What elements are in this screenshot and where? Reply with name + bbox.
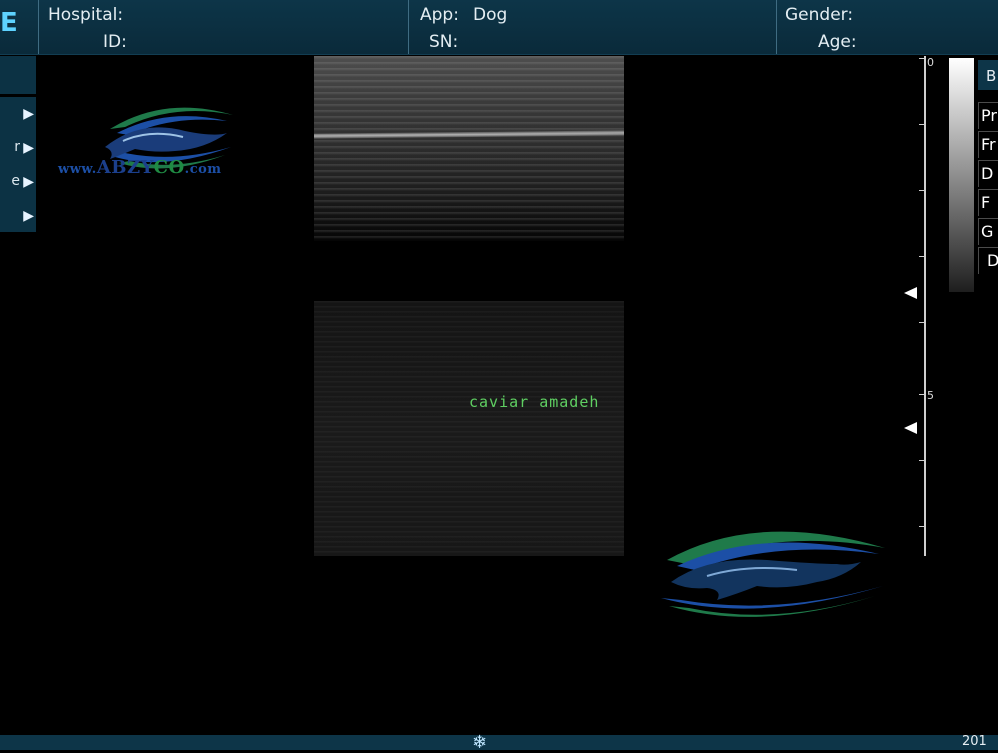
- left-menu: ▶ r ▶ e ▶ ▶: [0, 97, 36, 232]
- grayscale-bar: [949, 58, 974, 292]
- gender-age-cell[interactable]: Gender: Age:: [776, 0, 998, 54]
- parameter-item[interactable]: D: [978, 160, 998, 187]
- parameter-item[interactable]: Pr: [978, 102, 998, 129]
- depth-tick: [919, 190, 925, 191]
- anechoic-zone: [314, 241, 624, 301]
- abzyco-logo-text: www.ABZYCO.com: [58, 157, 222, 178]
- parameter-label: D: [981, 164, 994, 183]
- expand-arrow-icon: ▶: [23, 208, 34, 224]
- logo-brand-blue: ABZY: [96, 157, 154, 178]
- left-menu-item[interactable]: e ▶: [0, 169, 36, 197]
- parameter-panel-header[interactable]: B: [978, 60, 998, 90]
- gender-label: Gender:: [785, 5, 854, 25]
- parameter-label: Fr: [981, 135, 996, 154]
- parameter-item[interactable]: D: [978, 247, 998, 274]
- parameter-panel-header-label: B: [986, 67, 997, 85]
- parameter-item[interactable]: G: [978, 218, 998, 245]
- expand-arrow-icon: ▶: [23, 106, 34, 122]
- parameter-panel: B Pr Fr D F G D: [978, 60, 998, 275]
- depth-tick: [919, 322, 925, 323]
- parameter-item[interactable]: Fr: [978, 131, 998, 158]
- focus-marker-icon[interactable]: [904, 422, 917, 434]
- sn-label: SN:: [429, 32, 459, 52]
- depth-tick: [919, 58, 925, 59]
- depth-tick: [919, 394, 925, 395]
- hospital-id-cell[interactable]: Hospital: ID:: [38, 0, 408, 54]
- id-label: ID:: [103, 32, 127, 52]
- depth-label-0: 0: [927, 56, 934, 69]
- logo-www: www.: [58, 162, 97, 177]
- app-sn-cell[interactable]: App: Dog SN:: [408, 0, 776, 54]
- parameter-label: Pr: [981, 106, 997, 125]
- parameter-label: G: [981, 222, 994, 241]
- depth-scale: 0 5: [900, 56, 940, 556]
- depth-tick: [919, 256, 925, 257]
- left-menu-header[interactable]: [0, 56, 36, 94]
- parameter-item[interactable]: F: [978, 189, 998, 216]
- left-menu-item[interactable]: ▶: [0, 203, 36, 231]
- far-field-echo: [314, 301, 624, 556]
- expand-arrow-icon: ▶: [23, 174, 34, 190]
- brand-logo-fragment: E: [0, 8, 18, 38]
- depth-tick: [919, 526, 925, 527]
- left-menu-item[interactable]: ▶: [0, 101, 36, 129]
- parameter-label: F: [981, 193, 991, 212]
- patient-info-header: E Hospital: ID: App: Dog SN: Gender: Age…: [0, 0, 998, 55]
- ultrasound-image[interactable]: [314, 56, 624, 556]
- app-label: App:: [420, 5, 459, 25]
- focus-marker-icon[interactable]: [904, 287, 917, 299]
- depth-axis-line: [924, 56, 926, 556]
- abzyco-emblem-icon: [661, 531, 885, 617]
- hospital-label: Hospital:: [48, 5, 124, 25]
- left-menu-item-label: e: [11, 173, 20, 189]
- status-date-fragment: 201: [962, 734, 987, 749]
- age-label: Age:: [818, 32, 857, 52]
- image-annotation[interactable]: caviar amadeh: [469, 393, 599, 411]
- app-value: Dog: [473, 5, 508, 25]
- expand-arrow-icon: ▶: [23, 140, 34, 156]
- depth-tick: [919, 124, 925, 125]
- parameter-label: D: [987, 251, 998, 270]
- logo-com: .com: [184, 162, 222, 177]
- logo-brand-green: CO: [153, 157, 185, 178]
- status-bar: ❄ 201: [0, 732, 998, 753]
- depth-tick: [919, 460, 925, 461]
- left-menu-item[interactable]: r ▶: [0, 135, 36, 163]
- depth-label-5: 5: [927, 389, 934, 402]
- left-menu-item-label: r: [14, 139, 20, 155]
- near-field-echo: [314, 56, 624, 241]
